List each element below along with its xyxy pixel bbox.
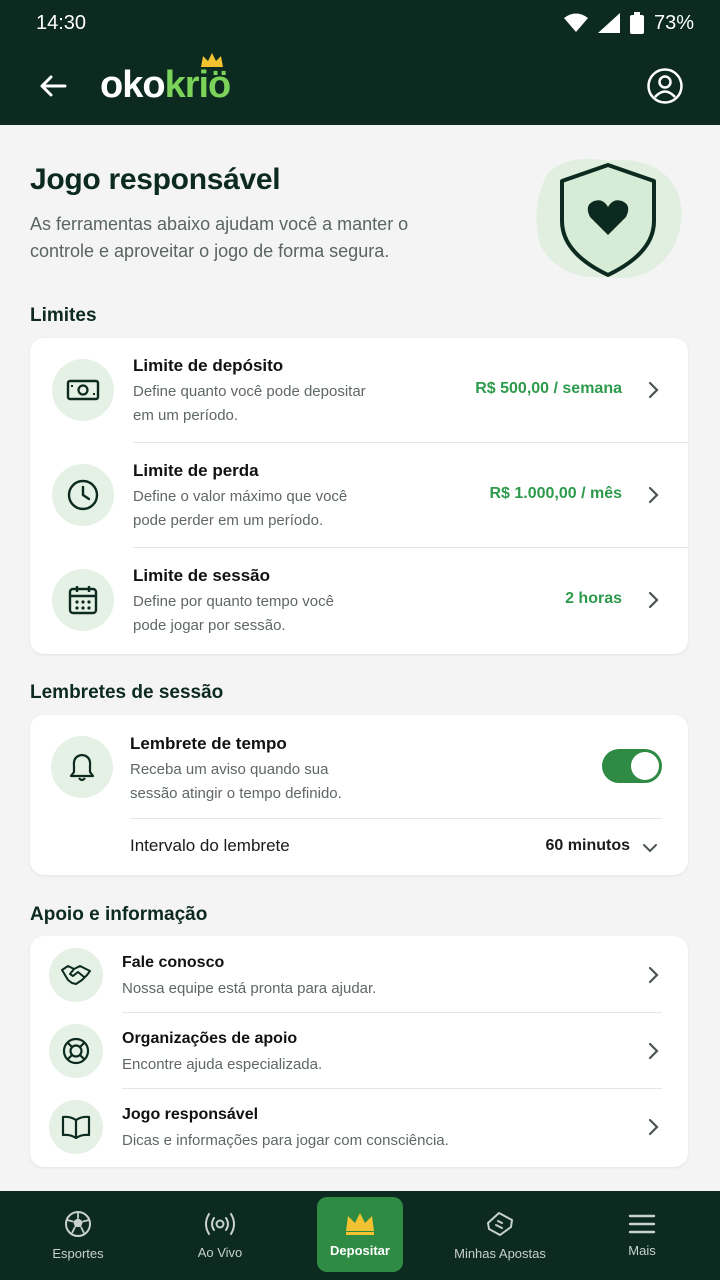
support-description: Nossa equipe está pronta para ajudar.: [122, 980, 377, 997]
profile-button[interactable]: [646, 67, 684, 105]
nav-item-ao-vivo[interactable]: Ao Vivo: [170, 1191, 270, 1280]
reminders-card: Lembrete de tempo Receba um aviso quando…: [30, 715, 688, 875]
support-title: Fale conosco: [122, 954, 225, 971]
interval-select[interactable]: Intervalo do lembrete 60 minutos: [130, 819, 688, 875]
chevron-right-icon: [648, 1118, 659, 1136]
book-icon: [49, 1100, 103, 1154]
main-content: Jogo responsável As ferramentas abaixo a…: [0, 125, 720, 1191]
nav-label: Esportes: [52, 1246, 104, 1261]
chevron-right-icon: [648, 966, 659, 984]
support-description: Dicas e informações para jogar com consc…: [122, 1132, 449, 1149]
chevron-right-icon: [648, 381, 659, 399]
hero: Jogo responsável As ferramentas abaixo a…: [30, 163, 510, 265]
page-description: As ferramentas abaixo ajudam você a mant…: [30, 214, 409, 261]
bottom-navigation: Esportes Ao Vivo Depositar Minhas Aposta…: [0, 1191, 720, 1280]
toggle-knob: [631, 752, 659, 780]
app-bar: okokriö: [0, 46, 720, 125]
signal-icon: [597, 13, 620, 33]
limit-title: Limite de sessão: [133, 566, 271, 585]
limit-description: Define quanto você pode depositar em um p…: [133, 383, 366, 424]
support-row-contact[interactable]: Fale conosco Nossa equipe está pronta pa…: [30, 936, 688, 1012]
limit-row-session[interactable]: Limite de sessão Define por quanto tempo…: [30, 548, 688, 653]
reminders-section-title: Lembretes de sessão: [30, 682, 224, 703]
handshake-icon: [49, 948, 103, 1002]
limit-description: Define o valor máximo que você pode perde…: [133, 488, 348, 529]
nav-item-depositar[interactable]: Depositar: [317, 1197, 403, 1272]
limit-value: 2 horas: [565, 590, 622, 607]
nav-item-esportes[interactable]: Esportes: [28, 1191, 128, 1280]
battery-percent: 73%: [653, 11, 694, 34]
limit-title: Limite de perda: [133, 461, 259, 480]
shield-heart-icon: [536, 158, 682, 278]
chevron-right-icon: [648, 486, 659, 504]
support-row-organizations[interactable]: Organizações de apoio Encontre ajuda esp…: [30, 1012, 688, 1088]
support-description: Encontre ajuda especializada.: [122, 1056, 323, 1073]
limit-value: R$ 500,00 / semana: [475, 380, 622, 397]
lifebuoy-icon: [49, 1024, 103, 1078]
wifi-icon: [563, 13, 588, 32]
ticket-icon: [487, 1212, 513, 1236]
reminder-description: Receba um aviso quando sua sessão atingir…: [130, 761, 342, 802]
nav-item-mais[interactable]: Mais: [592, 1191, 692, 1280]
limits-card: Limite de depósito Define quanto você po…: [30, 338, 688, 654]
crown-icon: [346, 1213, 374, 1235]
limit-description: Define por quanto tempo você pode jogar p…: [133, 593, 334, 634]
limit-title: Limite de depósito: [133, 356, 284, 375]
back-button[interactable]: [36, 69, 70, 103]
support-title: Jogo responsável: [122, 1106, 259, 1123]
limits-section-title: Limites: [30, 305, 97, 326]
reminder-toggle[interactable]: [602, 749, 662, 783]
logo-crown-icon: [201, 53, 224, 67]
chevron-right-icon: [648, 1042, 659, 1060]
limit-value: R$ 1.000,00 / mês: [489, 485, 622, 502]
page-title: Jogo responsável: [30, 163, 281, 196]
nav-item-minhas-apostas[interactable]: Minhas Apostas: [440, 1191, 560, 1280]
calendar-icon: [52, 569, 114, 631]
limit-row-deposit[interactable]: Limite de depósito Define quanto você po…: [30, 338, 688, 443]
soccer-ball-icon: [65, 1211, 91, 1237]
support-title: Organizações de apoio: [122, 1030, 298, 1047]
nav-label: Ao Vivo: [197, 1245, 243, 1260]
limit-row-loss[interactable]: Limite de perda Define o valor máximo qu…: [30, 443, 688, 548]
arrow-left-icon: [40, 75, 67, 96]
nav-label: Depositar: [330, 1243, 390, 1258]
menu-icon: [628, 1214, 656, 1234]
status-bar: 14:30 73%: [0, 0, 720, 46]
live-broadcast-icon: [205, 1213, 235, 1235]
status-time: 14:30: [36, 11, 87, 34]
money-icon: [52, 359, 114, 421]
clock-icon: [52, 464, 114, 526]
nav-label: Mais: [628, 1243, 656, 1258]
chevron-right-icon: [648, 591, 659, 609]
support-card: Fale conosco Nossa equipe está pronta pa…: [30, 936, 688, 1167]
interval-label: Intervalo do lembrete: [130, 836, 290, 855]
reminder-title: Lembrete de tempo: [130, 734, 287, 753]
chevron-down-icon: [643, 844, 657, 853]
brand-logo: okokriö: [100, 53, 231, 107]
bell-icon: [51, 736, 113, 798]
battery-icon: [629, 12, 644, 34]
support-row-responsible-gaming[interactable]: Jogo responsável Dicas e informações par…: [30, 1088, 688, 1164]
interval-value: 60 minutos: [545, 837, 630, 854]
nav-label: Minhas Apostas: [454, 1246, 546, 1261]
support-section-title: Apoio e informação: [30, 904, 208, 925]
